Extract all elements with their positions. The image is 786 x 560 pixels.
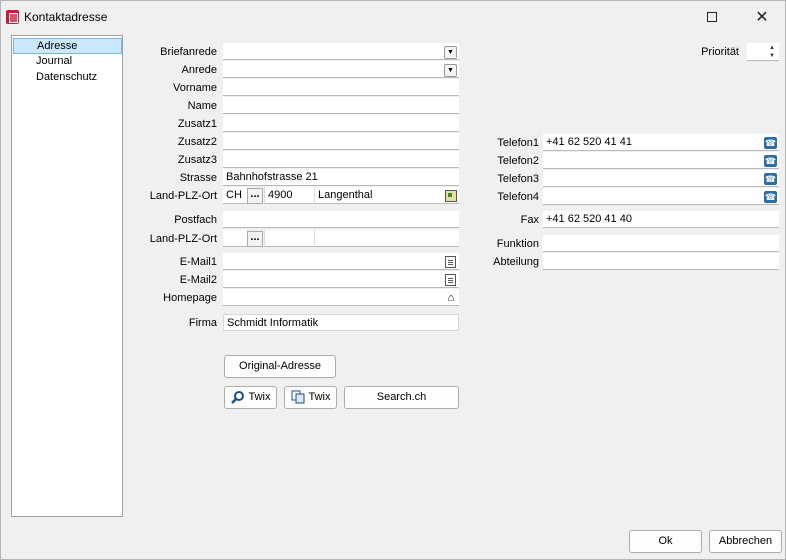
telefon1-field[interactable]: +41 62 520 41 41	[543, 134, 779, 151]
vorname-field[interactable]	[223, 79, 459, 96]
land2-field[interactable]	[223, 230, 247, 247]
telefon3-label: Telefon3	[497, 173, 539, 185]
twix-copy-button[interactable]: Twix	[284, 386, 337, 409]
land-lookup-button[interactable]: ...	[247, 188, 263, 204]
land-field[interactable]: CH	[223, 187, 247, 204]
window-title: Kontaktadresse	[24, 10, 108, 24]
email1-field[interactable]	[223, 253, 459, 270]
magnifier-icon	[230, 391, 244, 404]
ok-button[interactable]: Ok	[629, 530, 702, 553]
map-icon[interactable]	[445, 190, 457, 202]
firma-label: Firma	[188, 317, 217, 329]
telefon1-label: Telefon1	[497, 137, 539, 149]
ort2-field[interactable]	[314, 230, 459, 247]
land-plz-ort-label: Land-PLZ-Ort	[149, 190, 217, 202]
zusatz1-field[interactable]	[223, 115, 459, 132]
telefon4-phone-icon[interactable]: ☎	[764, 191, 777, 203]
land-plz-ort2-label: Land-PLZ-Ort	[149, 233, 217, 245]
land2-lookup-button[interactable]: ...	[247, 231, 263, 247]
firma-field[interactable]: Schmidt Informatik	[223, 314, 459, 331]
homepage-label: Homepage	[163, 292, 217, 304]
home-icon[interactable]: ⌂	[445, 292, 457, 304]
prioritaet-spinner[interactable]: ▲ ▼	[747, 43, 779, 61]
briefanrede-label: Briefanrede	[160, 46, 217, 58]
anrede-label: Anrede	[181, 64, 217, 76]
zusatz1-label: Zusatz1	[177, 118, 217, 130]
prioritaet-label: Priorität	[701, 46, 739, 58]
dialog-window: Kontaktadresse ✕ Adresse Journal Datensc…	[0, 0, 786, 560]
email2-document-icon[interactable]	[445, 274, 456, 286]
telefon1-phone-icon[interactable]: ☎	[764, 137, 777, 149]
zusatz2-label: Zusatz2	[177, 136, 217, 148]
strasse-field[interactable]: Bahnhofstrasse 21	[223, 169, 459, 186]
telefon2-phone-icon[interactable]: ☎	[764, 155, 777, 167]
telefon4-field[interactable]	[543, 188, 779, 205]
anrede-dropdown-button[interactable]: ▼	[444, 64, 457, 77]
briefanrede-dropdown-button[interactable]: ▼	[444, 46, 457, 59]
plz2-field[interactable]	[264, 230, 314, 247]
telefon2-field[interactable]	[543, 152, 779, 169]
abteilung-label: Abteilung	[493, 256, 539, 268]
telefon3-phone-icon[interactable]: ☎	[764, 173, 777, 185]
email2-field[interactable]	[223, 271, 459, 288]
briefanrede-select[interactable]	[223, 43, 459, 60]
abteilung-field[interactable]	[543, 253, 779, 270]
plz-field[interactable]: 4900	[264, 187, 314, 204]
vorname-label: Vorname	[172, 82, 217, 94]
maximize-icon	[707, 12, 717, 22]
zusatz3-label: Zusatz3	[177, 154, 217, 166]
spinner-arrows-icon[interactable]: ▲ ▼	[767, 44, 777, 60]
ort-field[interactable]: Langenthal	[314, 187, 459, 204]
telefon2-label: Telefon2	[497, 155, 539, 167]
search-ch-button[interactable]: Search.ch	[344, 386, 459, 409]
copy-icon	[291, 390, 304, 404]
address-card-icon	[6, 10, 19, 24]
cancel-button[interactable]: Abbrechen	[709, 530, 782, 553]
strasse-label: Strasse	[179, 172, 217, 184]
twix-copy-label: Twix	[308, 391, 331, 403]
email1-label: E-Mail1	[179, 256, 217, 268]
original-adresse-button[interactable]: Original-Adresse	[224, 355, 336, 378]
email1-document-icon[interactable]	[445, 256, 456, 268]
postfach-label: Postfach	[174, 214, 217, 226]
email2-label: E-Mail2	[179, 274, 217, 286]
postfach-field[interactable]	[223, 211, 459, 228]
funktion-field[interactable]	[543, 235, 779, 252]
title-bar[interactable]: Kontaktadresse ✕	[1, 1, 785, 34]
telefon3-field[interactable]	[543, 170, 779, 187]
zusatz2-field[interactable]	[223, 133, 459, 150]
name-field[interactable]	[223, 97, 459, 114]
name-label: Name	[187, 100, 217, 112]
homepage-field[interactable]	[223, 289, 459, 306]
close-button[interactable]: ✕	[750, 7, 774, 27]
fax-label: Fax	[520, 214, 539, 226]
anrede-select[interactable]	[223, 61, 459, 78]
funktion-label: Funktion	[496, 238, 539, 250]
fax-field[interactable]: +41 62 520 41 40	[543, 211, 779, 228]
twix-search-button[interactable]: Twix	[224, 386, 277, 409]
maximize-button[interactable]	[700, 7, 724, 27]
close-icon: ✕	[755, 9, 769, 26]
twix-search-label: Twix	[248, 391, 271, 403]
telefon4-label: Telefon4	[497, 191, 539, 203]
zusatz3-field[interactable]	[223, 151, 459, 168]
